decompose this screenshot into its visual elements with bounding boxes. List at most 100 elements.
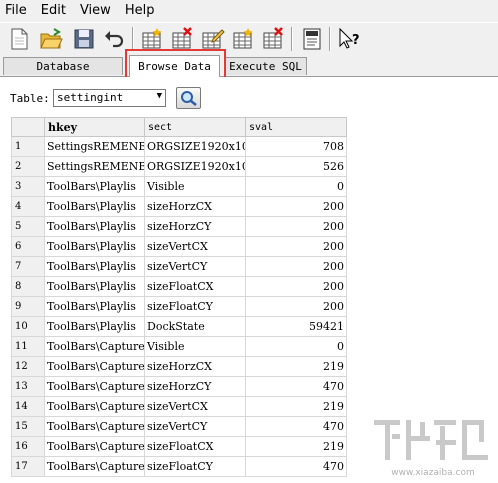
sect-cell[interactable]: sizeHorzCX bbox=[144, 356, 246, 377]
sect-cell[interactable]: sizeHorzCX bbox=[144, 196, 246, 217]
hkey-cell[interactable]: ToolBars\Capture bbox=[44, 456, 145, 477]
sect-cell[interactable]: sizeVertCX bbox=[144, 236, 246, 257]
search-button[interactable] bbox=[176, 87, 201, 109]
hkey-cell[interactable]: ToolBars\Playlis bbox=[44, 276, 145, 297]
sect-cell[interactable]: sizeHorzCY bbox=[144, 216, 246, 237]
column-header-hkey[interactable]: hkey bbox=[44, 117, 145, 137]
table-row[interactable]: 1SettingsREMENBERORGSIZE1920x1080708 bbox=[11, 136, 347, 157]
hkey-cell[interactable]: ToolBars\Playlis bbox=[44, 236, 145, 257]
hkey-cell[interactable]: ToolBars\Capture bbox=[44, 436, 145, 457]
sval-cell[interactable]: 470 bbox=[245, 376, 347, 397]
sect-cell[interactable]: sizeFloatCX bbox=[144, 436, 246, 457]
sval-cell[interactable]: 0 bbox=[245, 176, 347, 197]
table-row[interactable]: 11 ToolBars\Capture Visible 0 bbox=[11, 336, 347, 357]
sect-cell[interactable]: sizeFloatCY bbox=[144, 456, 246, 477]
menu-view[interactable]: View bbox=[73, 0, 118, 22]
sect-cell[interactable]: DockState bbox=[144, 316, 246, 337]
sval-cell[interactable]: 200 bbox=[245, 196, 347, 217]
sect-cell[interactable]: sizeVertCY bbox=[144, 416, 246, 437]
sval-cell[interactable]: 219 bbox=[245, 436, 347, 457]
table-row[interactable]: 8 ToolBars\Playlis sizeFloatCX 200 bbox=[11, 276, 347, 297]
modify-table-icon[interactable] bbox=[199, 26, 225, 52]
create-index-icon[interactable] bbox=[230, 26, 256, 52]
tab-database-structure[interactable]: Database Structure bbox=[3, 57, 123, 91]
sval-cell[interactable]: 200 bbox=[245, 256, 347, 277]
hkey-cell[interactable]: ToolBars\Capture bbox=[44, 416, 145, 437]
hkey-cell[interactable]: ToolBars\Capture bbox=[44, 336, 145, 357]
sval-cell[interactable]: 200 bbox=[245, 296, 347, 317]
sect-cell[interactable]: Visible bbox=[144, 336, 246, 357]
sect-cell[interactable]: sizeFloatCX bbox=[144, 276, 246, 297]
new-database-icon[interactable] bbox=[6, 26, 32, 52]
create-table-icon[interactable] bbox=[139, 26, 165, 52]
row-number: 13 bbox=[11, 376, 45, 397]
row-number: 9 bbox=[11, 296, 45, 317]
sect-cell[interactable]: sizeVertCY bbox=[144, 256, 246, 277]
column-header-sect[interactable]: sect bbox=[144, 117, 246, 137]
table-row[interactable]: 10 ToolBars\Playlis DockState 59421 bbox=[11, 316, 347, 337]
table-label: Table: bbox=[10, 92, 50, 105]
sect-cell[interactable]: Visible bbox=[144, 176, 246, 197]
hkey-cell[interactable]: ToolBars\Capture bbox=[44, 396, 145, 417]
menu-bar: File Edit View Help bbox=[0, 0, 498, 22]
hkey-cell[interactable]: ToolBars\Capture bbox=[44, 356, 145, 377]
table-row[interactable]: 4 ToolBars\Playlis sizeHorzCX 200 bbox=[11, 196, 347, 217]
sval-cell[interactable]: 470 bbox=[245, 416, 347, 437]
table-row[interactable]: 6 ToolBars\Playlis sizeVertCX 200 bbox=[11, 236, 347, 257]
sval-cell[interactable]: 526 bbox=[245, 156, 347, 177]
sval-cell[interactable]: 219 bbox=[245, 356, 347, 377]
tab-execute-sql[interactable]: Execute SQL bbox=[224, 57, 307, 75]
hkey-cell[interactable]: ToolBars\Playlis bbox=[44, 176, 145, 197]
hkey-cell[interactable]: ToolBars\Playlis bbox=[44, 256, 145, 277]
row-number-header bbox=[11, 117, 45, 137]
hkey-cell[interactable]: ToolBars\Capture bbox=[44, 376, 145, 397]
table-row[interactable]: 13 ToolBars\Capture sizeHorzCY 470 bbox=[11, 376, 347, 397]
table-row[interactable]: 9 ToolBars\Playlis sizeFloatCY 200 bbox=[11, 296, 347, 317]
sval-cell[interactable]: 708 bbox=[245, 136, 347, 157]
hkey-cell[interactable]: ToolBars\Playlis bbox=[44, 216, 145, 237]
row-number: 3 bbox=[11, 176, 45, 197]
sval-cell[interactable]: 59421 bbox=[245, 316, 347, 337]
undo-icon[interactable] bbox=[101, 26, 127, 52]
delete-table-icon[interactable] bbox=[169, 26, 195, 52]
table-row[interactable]: 12 ToolBars\Capture sizeHorzCX 219 bbox=[11, 356, 347, 377]
delete-index-icon[interactable] bbox=[260, 26, 286, 52]
table-row[interactable]: 14 ToolBars\Capture sizeVertCX 219 bbox=[11, 396, 347, 417]
table-row[interactable]: 2SettingsREMENBERORGSIZE1920x1080526 bbox=[11, 156, 347, 177]
sql-log-icon[interactable] bbox=[299, 26, 325, 52]
whats-this-icon[interactable]: ? bbox=[336, 26, 362, 52]
table-select[interactable]: settingint ▼ bbox=[53, 89, 166, 107]
sval-cell[interactable]: 200 bbox=[245, 236, 347, 257]
hkey-cell[interactable]: ToolBars\Playlis bbox=[44, 296, 145, 317]
tab-browse-data[interactable]: Browse Data bbox=[129, 55, 220, 77]
table-row[interactable]: 15 ToolBars\Capture sizeVertCY 470 bbox=[11, 416, 347, 437]
sect-cell[interactable]: sizeVertCX bbox=[144, 396, 246, 417]
menu-help[interactable]: Help bbox=[118, 0, 162, 22]
sval-cell[interactable]: 200 bbox=[245, 276, 347, 297]
table-row[interactable]: 7 ToolBars\Playlis sizeVertCY 200 bbox=[11, 256, 347, 277]
sval-cell[interactable]: 0 bbox=[245, 336, 347, 357]
sect-cell[interactable]: ORGSIZE1920x1080 bbox=[144, 136, 246, 157]
menu-edit[interactable]: Edit bbox=[34, 0, 73, 22]
sval-cell[interactable]: 219 bbox=[245, 396, 347, 417]
sect-cell[interactable]: sizeHorzCY bbox=[144, 376, 246, 397]
hkey-cell[interactable]: SettingsREMENBER bbox=[44, 136, 145, 157]
hkey-cell[interactable]: ToolBars\Playlis bbox=[44, 316, 145, 337]
hkey-cell[interactable]: ToolBars\Playlis bbox=[44, 196, 145, 217]
save-icon[interactable] bbox=[71, 26, 97, 52]
column-header-sval[interactable]: sval bbox=[245, 117, 347, 137]
sect-cell[interactable]: sizeFloatCY bbox=[144, 296, 246, 317]
open-database-icon[interactable] bbox=[38, 26, 64, 52]
row-number: 12 bbox=[11, 356, 45, 377]
table-row[interactable]: 16 ToolBars\Capture sizeFloatCX 219 bbox=[11, 436, 347, 457]
table-row[interactable]: 5 ToolBars\Playlis sizeHorzCY 200 bbox=[11, 216, 347, 237]
hkey-cell[interactable]: SettingsREMENBER bbox=[44, 156, 145, 177]
sval-cell[interactable]: 470 bbox=[245, 456, 347, 477]
menu-file[interactable]: File bbox=[0, 0, 34, 22]
sval-cell[interactable]: 200 bbox=[245, 216, 347, 237]
row-number: 14 bbox=[11, 396, 45, 417]
table-row[interactable]: 17 ToolBars\Capture sizeFloatCY 470 bbox=[11, 456, 347, 477]
sect-cell[interactable]: ORGSIZE1920x1080 bbox=[144, 156, 246, 177]
table-row[interactable]: 3 ToolBars\Playlis Visible 0 bbox=[11, 176, 347, 197]
row-number: 5 bbox=[11, 216, 45, 237]
